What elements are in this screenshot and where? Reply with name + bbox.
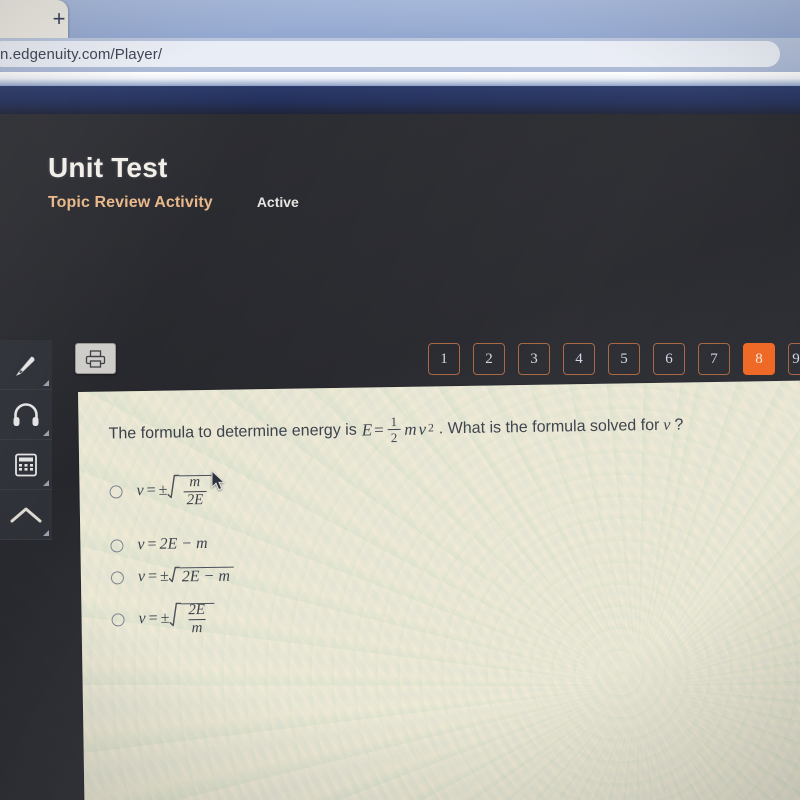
option-b-var: v	[137, 535, 145, 554]
mouse-pointer-icon	[211, 469, 227, 492]
option-d-radical: 2E m	[169, 601, 215, 636]
resize-corner-icon	[43, 480, 49, 486]
option-a-var: v	[136, 481, 144, 500]
question-button-3[interactable]: 3	[518, 343, 550, 375]
question-button-4[interactable]: 4	[563, 343, 595, 375]
question-button-8[interactable]: 8	[743, 343, 775, 375]
sidebar-item-collapse[interactable]	[0, 490, 52, 540]
browser-chrome: × + n.edgenuity.com/Player/	[0, 0, 800, 86]
question-prefix: The formula to determine energy is	[108, 421, 357, 443]
resize-corner-icon	[43, 380, 49, 386]
app-top-strip	[0, 86, 800, 116]
sidebar-item-text-to-speech[interactable]	[0, 390, 52, 440]
answer-option-c[interactable]: v = ± 2E − m	[110, 556, 773, 588]
question-suffix-end: ?	[674, 415, 684, 434]
question-button-7[interactable]: 7	[698, 343, 730, 375]
option-d-numerator: 2E	[188, 601, 206, 618]
print-button[interactable]	[75, 343, 116, 374]
question-button-9[interactable]: 9	[788, 343, 800, 375]
option-c-var: v	[137, 567, 146, 586]
option-d-equals: =	[148, 609, 158, 627]
new-tab-icon[interactable]: +	[46, 7, 72, 33]
url-bar-area: n.edgenuity.com/Player/	[0, 38, 800, 72]
option-a-numerator: m	[189, 473, 201, 490]
option-d-var: v	[138, 609, 146, 628]
highlighter-icon	[11, 350, 41, 380]
fraction-denominator: 2	[387, 428, 401, 445]
url-text: n.edgenuity.com/Player/	[0, 45, 163, 63]
option-a-plusminus: ±	[158, 481, 168, 499]
page-title: Unit Test	[48, 152, 168, 183]
question-button-5[interactable]: 5	[608, 343, 640, 375]
answer-options: v = ± m 2E v = 2E − m v = ± 2E − m v = ±…	[109, 464, 773, 636]
energy-formula: E = 1 2 m v 2	[361, 413, 435, 445]
radical-sign-icon	[168, 566, 181, 583]
radio-button-d[interactable]	[111, 612, 125, 626]
chrome-bottom-edge	[0, 72, 800, 86]
radio-button-b[interactable]	[110, 538, 124, 553]
question-solve-var: v	[663, 416, 671, 434]
fraction-numerator: 1	[390, 413, 398, 430]
tool-rail	[0, 340, 52, 540]
answer-option-a[interactable]: v = ± m 2E	[109, 464, 771, 508]
option-c-radicand: 2E − m	[181, 567, 231, 586]
question-button-6[interactable]: 6	[653, 343, 685, 375]
assessment-header: Unit Test Topic Review Activity Active	[48, 152, 788, 212]
option-a-denominator: 2E	[183, 490, 207, 508]
option-d-fraction: 2E m	[185, 601, 208, 636]
radical-sign-icon	[169, 602, 182, 627]
radical-sign-icon	[167, 474, 180, 499]
formula-mass: m	[404, 419, 417, 439]
calculator-icon	[13, 452, 39, 478]
radio-button-c[interactable]	[110, 570, 125, 585]
option-a-fraction: m 2E	[183, 473, 207, 508]
question-text: The formula to determine energy is E = 1…	[108, 409, 770, 448]
formula-lhs: E	[361, 420, 373, 440]
status-badge: Active	[256, 194, 299, 210]
question-button-1[interactable]: 1	[428, 343, 460, 375]
resize-corner-icon	[43, 430, 49, 436]
tab-strip: × +	[0, 0, 800, 38]
option-d-denominator: m	[188, 618, 206, 636]
option-d-plusminus: ±	[160, 609, 170, 627]
question-panel: The formula to determine energy is E = 1…	[78, 380, 800, 800]
formula-exponent: 2	[427, 421, 434, 435]
sidebar-item-calculator[interactable]	[0, 440, 52, 490]
sidebar-item-highlighter[interactable]	[0, 340, 52, 390]
radio-button-a[interactable]	[109, 484, 123, 499]
answer-option-b[interactable]: v = 2E − m	[110, 526, 772, 554]
edgenuity-app: Unit Test Topic Review Activity Active 1…	[0, 114, 800, 800]
question-pager[interactable]: 1 2 3 4 5 6 7 8 9	[428, 343, 800, 375]
resize-corner-icon	[43, 530, 49, 536]
option-b-equals: =	[147, 535, 157, 553]
formula-velocity: v	[418, 419, 427, 439]
option-c-equals: =	[147, 567, 158, 585]
photographed-screen: × + n.edgenuity.com/Player/ Unit Test To…	[0, 0, 800, 800]
activity-subtitle: Topic Review Activity	[48, 194, 213, 211]
option-a-equals: =	[146, 481, 156, 499]
option-c-plusminus: ±	[159, 567, 169, 585]
question-suffix: . What is the formula solved for	[438, 416, 660, 437]
formula-equals: =	[373, 420, 384, 440]
option-b-expression: 2E − m	[159, 534, 208, 553]
address-bar[interactable]: n.edgenuity.com/Player/	[0, 41, 780, 67]
option-a-radical: m 2E	[167, 473, 213, 508]
one-half-fraction: 1 2	[387, 413, 401, 445]
chevron-up-icon	[9, 504, 43, 526]
question-button-2[interactable]: 2	[473, 343, 505, 375]
headphones-icon	[11, 402, 41, 428]
printer-icon	[85, 349, 106, 368]
answer-option-d[interactable]: v = ± 2E m	[111, 592, 773, 636]
option-c-radical: 2E − m	[168, 565, 235, 588]
